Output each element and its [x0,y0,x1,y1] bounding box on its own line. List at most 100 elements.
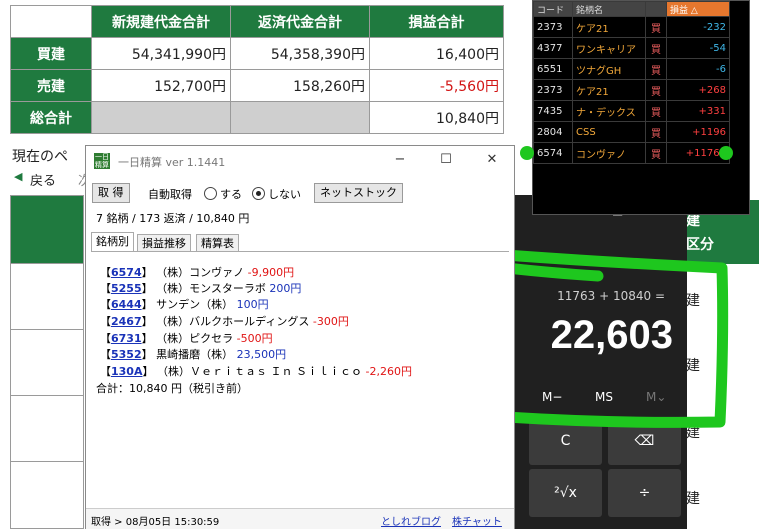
summary-table: 新規建代金合計 返済代金合計 損益合計 買建 54,341,990円 54,35… [10,5,504,134]
stock-list-table: コード 銘柄名 損益 △ 2373 ケア21 買 -232 4377 ワンキャリ… [533,1,730,164]
stock-row[interactable]: 7435 ナ・デックス 買 +331 [533,100,730,122]
stock-name: サンデン（株） [156,298,234,311]
tab-pnl-trend[interactable]: 損益推移 [137,234,191,252]
stock-code-link[interactable]: 5255 [111,282,142,295]
auto-on-radio[interactable] [204,187,217,200]
stock-pnl: -6 [666,58,730,80]
stock-name: CSS [572,121,646,143]
row-fragment: 建 [686,491,700,507]
back-link[interactable]: 戻る [30,170,56,189]
summary-cell-pnl: 10,840円 [369,101,504,134]
stock-name: （株）バルクホールディングス [156,315,310,328]
green-highlight-frame [483,248,729,428]
app-window: 一日 精算 一日精算 ver 1.1441 − ☐ ✕ 取 得 自動取得 する し… [85,145,515,529]
stock-side: 買 [645,79,667,101]
stock-name: コンヴァノ [572,142,646,164]
list-item: 【2467】 （株）バルクホールディングス -300円 [100,315,349,328]
stock-code: 2804 [533,121,573,143]
auto-off-radio[interactable] [252,187,265,200]
stock-row[interactable]: 6551 ツナグGH 買 -6 [533,58,730,80]
summary-row-label: 総合計 [10,101,92,134]
stock-row[interactable]: 2373 ケア21 買 -232 [533,16,730,38]
stock-pnl: -54 [666,37,730,59]
stock-name: ワンキャリア [572,37,646,59]
summary-row-label: 売建 [10,69,92,102]
background-table-cell [10,461,84,529]
status-bar: 取得 > 08月05日 15:30:59 としれブログ 株チャット [86,508,514,529]
minimize-icon[interactable]: − [390,152,410,170]
stock-amount: -9,900円 [247,266,295,279]
kabu-chat-link[interactable]: 株チャット [452,513,502,528]
stock-code: 6574 [533,142,573,164]
stock-code-link[interactable]: 130A [111,365,142,378]
stock-row[interactable]: 2804 CSS 買 +1196 [533,121,730,143]
background-table-cell [10,395,84,462]
stock-header-code[interactable]: コード [533,1,573,17]
background-table-cell [10,329,84,396]
stock-code-link[interactable]: 6444 [111,298,142,311]
title-bar[interactable]: 一日 精算 一日精算 ver 1.1441 − ☐ ✕ [86,146,514,176]
stock-code: 4377 [533,37,573,59]
stock-amount: 23,500円 [236,348,287,361]
summary-cell-new [91,101,231,134]
auto-on-label[interactable]: する [220,186,242,202]
summary-cell-new: 54,341,990円 [91,37,231,70]
auto-fetch-label: 自動取得 [148,188,192,201]
stock-side: 買 [645,121,667,143]
square-root-button[interactable]: ²√x [529,469,602,517]
close-icon[interactable]: ✕ [482,152,502,170]
stock-amount: 200円 [269,282,302,295]
netstock-button[interactable]: ネットストック [314,183,403,203]
auto-off-label[interactable]: しない [268,186,301,202]
stock-code-link[interactable]: 5352 [111,348,142,361]
background-table-cell [10,263,84,330]
stock-amount: -2,260円 [365,365,412,378]
highlight-dot-right [719,146,733,160]
stock-code: 2373 [533,16,573,38]
list-item: 【6731】 （株）ピクセラ -500円 [100,332,273,345]
stock-header-pnl[interactable]: 損益 △ [666,1,730,17]
stock-code: 7435 [533,100,573,122]
stock-pnl: -232 [666,16,730,38]
stock-row[interactable]: 4377 ワンキャリア 買 -54 [533,37,730,59]
stock-header-name[interactable]: 銘柄名 [572,1,646,17]
summary-header-pnl: 損益合計 [369,5,504,38]
list-item: 【5352】 黒崎播磨（株） 23,500円 [100,348,287,361]
summary-cell-pnl: -5,560円 [369,69,504,102]
stock-pnl: +331 [666,100,730,122]
list-item: 【130A】 （株）Ｖｅｒｉｔａｓ Ｉｎ Ｓｉｌｉｃｏ -2,260円 [100,365,412,378]
stock-name: （株）ピクセラ [156,332,234,345]
summary-cell-repay: 158,260円 [230,69,370,102]
stock-side: 買 [645,37,667,59]
stock-pnl: +1196 [666,121,730,143]
stock-side: 買 [645,100,667,122]
stock-side: 買 [645,142,667,164]
window-title: 一日精算 ver 1.1441 [118,156,226,169]
stock-code-link[interactable]: 6574 [111,266,142,279]
tab-settlement[interactable]: 精算表 [196,234,239,252]
stock-name: ツナグGH [572,58,646,80]
fetched-timestamp: 取得 > 08月05日 15:30:59 [91,517,220,528]
summary-line: 7 銘柄 / 173 返済 / 10,840 円 [96,212,250,225]
stock-amount: -500円 [236,332,273,345]
fetch-button[interactable]: 取 得 [92,183,130,203]
back-arrow-icon[interactable]: ◀ [14,170,22,183]
tab-by-stock[interactable]: 銘柄別 [91,232,134,252]
maximize-icon[interactable]: ☐ [436,152,456,170]
stock-row-highlighted[interactable]: 6574 コンヴァノ 買 +11763 [533,142,730,164]
stock-code-link[interactable]: 6731 [111,332,142,345]
stock-side: 買 [645,58,667,80]
stock-code: 2373 [533,79,573,101]
stock-pnl: +268 [666,79,730,101]
total-line: 合計：10,840 円（税引き前） [96,382,248,395]
list-item: 【6574】 （株）コンヴァノ -9,900円 [100,266,295,279]
background-table-header [10,195,84,264]
divide-button[interactable]: ÷ [608,469,681,517]
stock-row[interactable]: 2373 ケア21 買 +268 [533,79,730,101]
highlight-dot-left [520,146,534,160]
summary-cell-pnl: 16,400円 [369,37,504,70]
blog-link[interactable]: としれブログ [381,513,441,528]
list-item: 【5255】 （株）モンスターラボ 200円 [100,282,302,295]
stock-code-link[interactable]: 2467 [111,315,142,328]
stock-amount: -300円 [312,315,349,328]
